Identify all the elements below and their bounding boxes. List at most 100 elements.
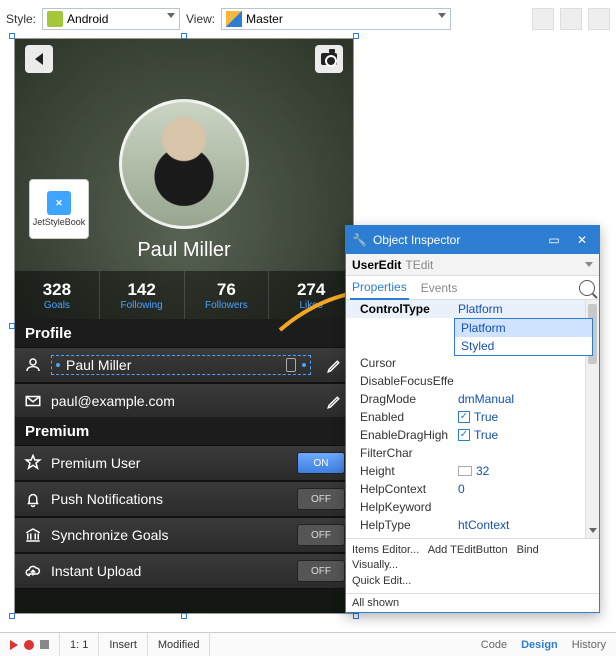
toggle-push[interactable]: OFF (297, 488, 345, 510)
prop-name: Hint (346, 536, 454, 538)
tab-design[interactable]: Design (521, 639, 558, 651)
view-value: Master (246, 12, 283, 26)
dimension-icon (458, 466, 472, 476)
scroll-down[interactable] (586, 524, 599, 538)
row-instant: Instant Upload OFF (15, 553, 353, 589)
row-premium: Premium User ON (15, 445, 353, 481)
row-push: Push Notifications OFF (15, 481, 353, 517)
option-styled[interactable]: Styled (455, 337, 592, 355)
tab-properties[interactable]: Properties (350, 276, 409, 300)
prop-helpkeyword[interactable]: HelpKeyword (346, 498, 599, 516)
prop-enabled[interactable]: Enabled✓True (346, 408, 599, 426)
toggle-sync[interactable]: OFF (297, 524, 345, 546)
inspector-links: Items Editor... Add TEditButton Bind Vis… (346, 538, 599, 593)
prop-hint[interactable]: Hint (346, 534, 599, 538)
prop-enabledraghighlight[interactable]: EnableDragHigh✓True (346, 426, 599, 444)
stat-followers[interactable]: 76Followers (185, 271, 270, 319)
bank-icon (15, 526, 51, 544)
form-designer[interactable]: ✕ JetStyleBook Paul Miller 328Goals 142F… (14, 38, 354, 614)
stylebook-component[interactable]: ✕ JetStyleBook (29, 179, 89, 239)
android-icon (47, 11, 63, 27)
chevron-down-icon (167, 13, 175, 18)
object-class: TEdit (405, 258, 433, 272)
mail-icon (15, 392, 51, 410)
row-name: Paul Miller (15, 347, 353, 383)
prop-helptype[interactable]: HelpTypehtContext (346, 516, 599, 534)
prop-value[interactable]: ✓True (454, 410, 599, 424)
inspector-title: Object Inspector (373, 233, 460, 247)
toolbar-button-1[interactable] (532, 8, 554, 30)
prop-value[interactable]: htContext (454, 518, 599, 532)
avatar-image (119, 99, 249, 229)
prop-name: ControlType (346, 302, 454, 316)
chevron-left-icon (35, 53, 43, 65)
style-combo[interactable]: Android (42, 8, 180, 30)
stats-bar: 328Goals 142Following 76Followers 274Lik… (15, 271, 353, 319)
stat-goals[interactable]: 328Goals (15, 271, 100, 319)
view-combo[interactable]: Master (221, 8, 451, 30)
link-add-teditbutton[interactable]: Add TEditButton (428, 544, 508, 556)
prop-filterchar[interactable]: FilterChar (346, 444, 599, 462)
profile-name-display: Paul Miller (15, 239, 353, 262)
prop-name: HelpKeyword (346, 500, 454, 514)
inspector-footer: All shown (346, 593, 599, 612)
maximize-button[interactable]: ▭ (543, 229, 565, 251)
name-edit-selected[interactable]: Paul Miller (51, 355, 311, 375)
prop-value[interactable]: ✓True (454, 428, 599, 442)
tab-events[interactable]: Events (419, 277, 460, 299)
pencil-icon (226, 11, 242, 27)
tab-history[interactable]: History (572, 639, 606, 651)
status-bar: 1: 1 Insert Modified Code Design History (0, 632, 616, 656)
inspector-tabs: Properties Events (346, 276, 599, 300)
record-icon[interactable] (24, 640, 34, 650)
toolbar-button-3[interactable] (588, 8, 610, 30)
prop-dragmode[interactable]: DragModedmManual (346, 390, 599, 408)
controltype-dropdown: Platform Styled (454, 318, 593, 356)
person-icon (15, 356, 51, 374)
toggle-premium[interactable]: ON (297, 452, 345, 474)
prop-name: Cursor (346, 356, 454, 370)
property-grid: ControlTypePlatform Cursor DisableFocusEff… (346, 300, 599, 538)
stat-likes[interactable]: 274Likes (269, 271, 353, 319)
prop-disablefocuseffect[interactable]: DisableFocusEffect (346, 372, 599, 390)
toggle-instant[interactable]: OFF (297, 560, 345, 582)
option-platform[interactable]: Platform (455, 319, 592, 337)
link-quick-edit[interactable]: Quick Edit... (352, 575, 411, 587)
section-profile: Profile (15, 319, 353, 348)
bell-icon (15, 490, 51, 508)
tab-code[interactable]: Code (481, 639, 507, 651)
prop-helpcontext[interactable]: HelpContext0 (346, 480, 599, 498)
toolbar-button-2[interactable] (560, 8, 582, 30)
section-premium: Premium (15, 417, 353, 446)
prop-height[interactable]: Height32 (346, 462, 599, 480)
prop-name: Height (346, 464, 454, 478)
prop-value[interactable]: 0 (454, 482, 599, 496)
stop-icon[interactable] (40, 640, 49, 649)
inspector-titlebar[interactable]: 🔧 Object Inspector ▭ ✕ (346, 226, 599, 254)
back-button[interactable] (25, 45, 53, 73)
email-value: paul@example.com (51, 393, 317, 409)
prop-value[interactable]: Platform (454, 302, 599, 316)
prop-controltype[interactable]: ControlTypePlatform (346, 300, 599, 318)
object-inspector: 🔧 Object Inspector ▭ ✕ UserEdit TEdit Pr… (345, 225, 600, 613)
prop-name: Enabled (346, 410, 454, 424)
camera-icon (321, 53, 337, 65)
search-icon[interactable] (579, 280, 595, 296)
prop-value[interactable]: dmManual (454, 392, 599, 406)
object-selector[interactable]: UserEdit TEdit (346, 254, 599, 276)
checkbox-icon: ✓ (458, 411, 470, 423)
checkbox-icon: ✓ (458, 429, 470, 441)
stat-following[interactable]: 142Following (100, 271, 185, 319)
chevron-down-icon (585, 262, 593, 267)
prop-cursor[interactable]: Cursor (346, 354, 599, 372)
link-items-editor[interactable]: Items Editor... (352, 544, 419, 556)
style-label: Style: (6, 12, 36, 26)
prop-name: HelpType (346, 518, 454, 532)
stylebook-caption: JetStyleBook (33, 217, 86, 227)
prop-name: HelpContext (346, 482, 454, 496)
name-value: Paul Miller (66, 357, 280, 373)
prop-value[interactable]: 32 (454, 464, 599, 478)
close-button[interactable]: ✕ (571, 229, 593, 251)
camera-button[interactable] (315, 45, 343, 73)
play-icon[interactable] (10, 640, 18, 650)
